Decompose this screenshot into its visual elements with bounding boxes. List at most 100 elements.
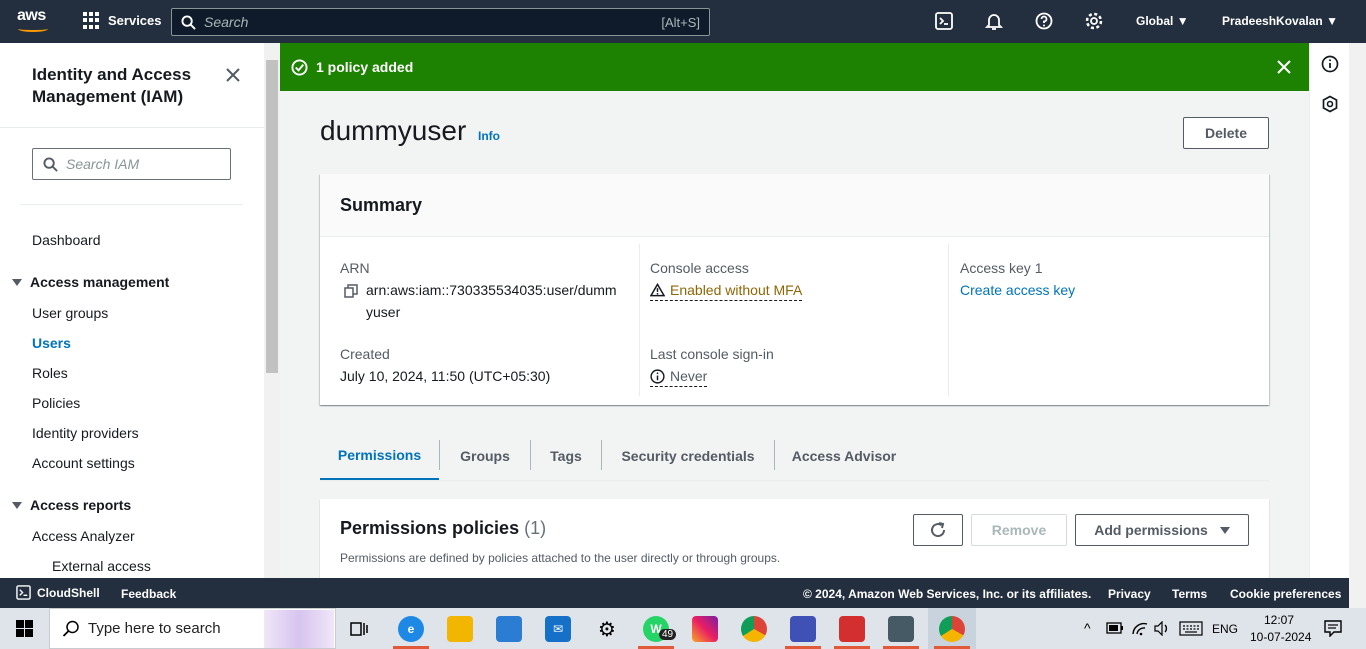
terms-link[interactable]: Terms — [1172, 587, 1207, 601]
language-indicator[interactable]: ENG — [1212, 622, 1238, 636]
chrome-profile-app-icon[interactable] — [939, 616, 965, 642]
tab-tags[interactable]: Tags — [531, 431, 601, 481]
scrollbar-thumb[interactable] — [266, 60, 278, 373]
console-access-value[interactable]: Enabled without MFA — [650, 282, 803, 301]
windows-start-icon[interactable] — [16, 620, 33, 637]
summary-column-arn: ARN arn:aws:iam::730335534035:user/dumm … — [340, 244, 640, 396]
page-scrollbar[interactable] — [1349, 43, 1366, 608]
sidebar-item-roles[interactable]: Roles — [32, 365, 68, 381]
services-menu-button[interactable]: Services — [83, 12, 162, 29]
instagram-app-icon[interactable] — [692, 616, 718, 642]
delete-button[interactable]: Delete — [1183, 117, 1269, 149]
tab-permissions[interactable]: Permissions — [320, 431, 439, 481]
iam-search-box[interactable] — [32, 148, 231, 180]
store-app-icon[interactable] — [496, 616, 522, 642]
wifi-icon[interactable] — [1131, 621, 1149, 636]
clock-time[interactable]: 12:07 — [1264, 613, 1294, 627]
notification-icon[interactable] — [1324, 620, 1342, 637]
sidebar-item-users[interactable]: Users — [32, 335, 71, 351]
bell-icon[interactable] — [984, 11, 1004, 31]
edge-app-icon[interactable]: e — [398, 616, 424, 642]
sidebar-item-identity-providers[interactable]: Identity providers — [32, 425, 139, 441]
access-key-label: Access key 1 — [960, 260, 1043, 276]
chrome-app-icon[interactable] — [741, 616, 767, 642]
clock-date[interactable]: 10-07-2024 — [1250, 630, 1311, 644]
permissions-heading: Permissions policies (1) — [340, 518, 546, 539]
info-link[interactable]: Info — [478, 129, 500, 143]
close-icon[interactable] — [223, 65, 243, 85]
caret-down-icon — [12, 278, 22, 286]
file-explorer-icon[interactable] — [447, 616, 473, 642]
section-label: Access reports — [30, 497, 132, 513]
summary-column-access-key: Access key 1 Create access key — [948, 244, 1248, 396]
caret-down-icon — [12, 501, 22, 509]
sidebar-item-user-groups[interactable]: User groups — [32, 305, 108, 321]
privacy-link[interactable]: Privacy — [1108, 587, 1151, 601]
mail-app-icon[interactable]: ✉ — [545, 616, 571, 642]
app-icon[interactable] — [839, 616, 865, 642]
account-menu[interactable]: PradeeshKovalan ▼ — [1222, 14, 1338, 28]
sidebar-item-external-access[interactable]: External access — [52, 558, 151, 574]
keyboard-icon[interactable] — [1179, 621, 1203, 636]
check-circle-icon — [291, 59, 308, 76]
success-flash-banner: 1 policy added — [280, 43, 1309, 91]
taskbar-search-box[interactable]: Type here to search — [49, 608, 336, 649]
settings-gear-icon[interactable]: ⚙ — [594, 616, 620, 642]
info-circle-icon[interactable] — [1321, 55, 1339, 73]
summary-column-console: Console access Enabled without MFA Last … — [639, 244, 949, 396]
services-label: Services — [108, 13, 162, 28]
cookie-preferences-link[interactable]: Cookie preferences — [1230, 587, 1341, 601]
task-view-icon[interactable] — [350, 620, 368, 638]
battery-icon[interactable] — [1106, 621, 1124, 635]
created-label: Created — [340, 346, 390, 362]
top-navigation: aws Services [Alt+S] Global ▼ PradeeshKo… — [0, 0, 1366, 43]
sidebar-item-access-analyzer[interactable]: Access Analyzer — [32, 528, 135, 544]
add-permissions-label: Add permissions — [1094, 522, 1208, 538]
add-permissions-button[interactable]: Add permissions — [1075, 514, 1249, 546]
caret-down-icon: ▼ — [1176, 14, 1189, 28]
network-tool-icon[interactable] — [888, 616, 914, 642]
aws-logo[interactable]: aws — [17, 8, 51, 35]
gear-icon[interactable] — [1084, 11, 1104, 31]
tray-chevron-up-icon[interactable]: ^ — [1084, 620, 1091, 636]
iam-search-input[interactable] — [66, 156, 216, 172]
sidebar-item-account-settings[interactable]: Account settings — [32, 455, 135, 471]
tab-groups[interactable]: Groups — [440, 431, 530, 481]
section-label: Access management — [30, 274, 170, 290]
right-utility-rail — [1309, 43, 1349, 578]
copy-icon[interactable] — [344, 284, 358, 298]
sidebar-item-dashboard[interactable]: Dashboard — [32, 232, 101, 248]
caret-down-icon — [1219, 526, 1230, 534]
feedback-link[interactable]: Feedback — [121, 587, 176, 601]
aws-smile-icon — [18, 26, 48, 32]
sidebar-section-access-management[interactable]: Access management — [12, 274, 169, 290]
tab-underline — [320, 480, 1269, 481]
refresh-button[interactable] — [913, 514, 963, 546]
search-shortcut: [Alt+S] — [661, 14, 700, 30]
remove-button[interactable]: Remove — [971, 514, 1067, 546]
sidebar-item-policies[interactable]: Policies — [32, 395, 80, 411]
close-icon[interactable] — [1276, 59, 1292, 75]
region-selector[interactable]: Global ▼ — [1136, 14, 1189, 28]
help-icon[interactable] — [1034, 11, 1054, 31]
search-highlight-image — [264, 610, 334, 648]
sidebar-scrollbar[interactable] — [264, 43, 280, 578]
cloudshell-button[interactable]: CloudShell — [16, 585, 100, 600]
tab-access-advisor[interactable]: Access Advisor — [775, 431, 913, 481]
cloudshell-icon[interactable] — [934, 11, 954, 31]
sidebar-section-access-reports[interactable]: Access reports — [12, 497, 131, 513]
virtualbox-app-icon[interactable] — [790, 616, 816, 642]
volume-icon[interactable] — [1154, 621, 1170, 636]
account-name: PradeeshKovalan — [1222, 14, 1323, 28]
global-search-box[interactable]: [Alt+S] — [171, 8, 710, 36]
terminal-icon — [16, 585, 31, 600]
tab-bar: Permissions Groups Tags Security credent… — [320, 431, 1269, 481]
copyright-text: © 2024, Amazon Web Services, Inc. or its… — [803, 587, 1092, 601]
last-signin-value[interactable]: Never — [650, 368, 708, 387]
global-search-input[interactable] — [204, 14, 662, 30]
tab-security-credentials[interactable]: Security credentials — [602, 431, 774, 481]
warning-icon — [650, 283, 665, 297]
create-access-key-link[interactable]: Create access key — [960, 282, 1075, 298]
hexagon-icon[interactable] — [1321, 95, 1339, 113]
summary-heading: Summary — [340, 195, 423, 215]
